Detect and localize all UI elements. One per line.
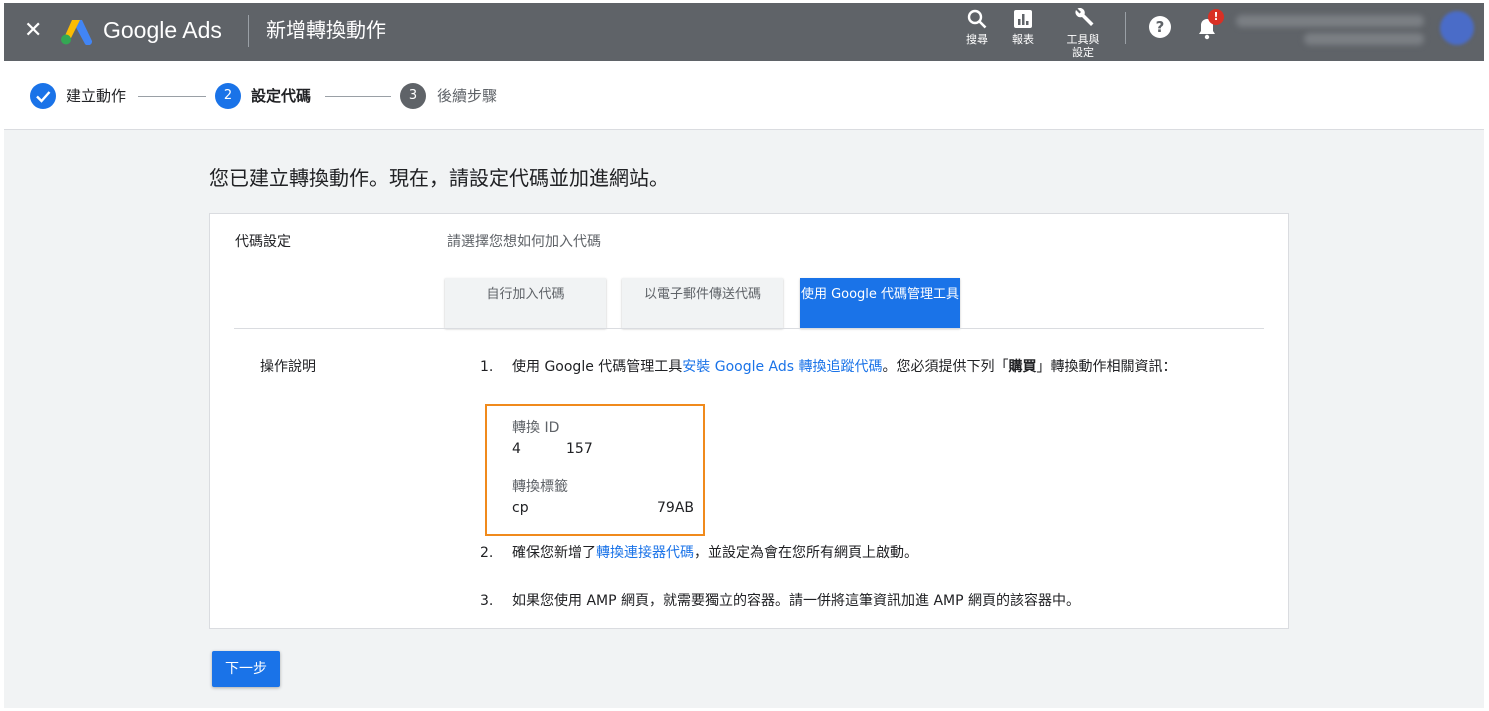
step-1-label: 建立動作 (66, 87, 127, 105)
step-number: 3. (480, 593, 494, 609)
conversion-label-end: 79AB (657, 500, 694, 516)
step-3-indicator: 3 (400, 83, 426, 109)
reports-tool-label: 報表 (1012, 33, 1034, 46)
step-1-mid: 。您必須提供下列「 (882, 359, 1009, 375)
conversion-id-value: 4 157 (512, 439, 593, 459)
step-connector-2 (325, 96, 391, 97)
conversion-label-label: 轉換標籤 (512, 479, 568, 495)
step-1-post: 」轉換動作相關資訊： (1036, 359, 1177, 375)
google-ads-logo (61, 20, 93, 45)
notification-badge: ! (1208, 9, 1224, 25)
conversion-id-label: 轉換 ID (512, 420, 560, 436)
account-id-redacted (1304, 33, 1424, 45)
step-1-pre: 使用 Google 代碼管理工具 (512, 359, 683, 375)
tab-email-tag[interactable]: 以電子郵件傳送代碼 (622, 278, 783, 328)
tools-settings-label: 工具與 設定 (1066, 33, 1100, 59)
search-tool[interactable]: 搜尋 (952, 8, 1002, 46)
tab-google-tag-manager[interactable]: 使用 Google 代碼管理工具 (800, 278, 960, 328)
avatar[interactable] (1440, 11, 1474, 45)
tools-settings-tool[interactable]: 工具與 設定 (1058, 8, 1108, 59)
page-title: 新增轉換動作 (266, 18, 386, 42)
top-bar: ✕ Google Ads 新增轉換動作 搜尋 報表 工具與 設定 ? ! (4, 3, 1484, 61)
step-2-indicator: 2 (215, 83, 241, 109)
step-2-pre: 確保您新增了 (512, 545, 596, 561)
conversion-label-value: cp 79AB (512, 498, 694, 518)
conversion-id-end: 157 (566, 441, 593, 457)
header-divider (248, 15, 249, 47)
reports-icon (1014, 10, 1032, 28)
app-frame: ✕ Google Ads 新增轉換動作 搜尋 報表 工具與 設定 ? ! 建立動… (4, 3, 1484, 708)
conversion-linker-link[interactable]: 轉換連接器代碼 (596, 545, 694, 561)
step-text: 使用 Google 代碼管理工具安裝 Google Ads 轉換追蹤代碼。您必須… (512, 356, 1232, 378)
tag-setup-label: 代碼設定 (235, 234, 291, 250)
conversion-id-start: 4 (512, 441, 521, 457)
tabs-divider (234, 328, 1264, 329)
step-1-indicator (30, 83, 56, 109)
step-2-post: ，並設定為會在您所有網頁上啟動。 (694, 545, 918, 561)
step-text: 確保您新增了轉換連接器代碼，並設定為會在您所有網頁上啟動。 (512, 542, 1232, 564)
close-icon[interactable]: ✕ (24, 17, 42, 45)
progress-stepper: 建立動作 2 設定代碼 3 後續步驟 (4, 61, 1484, 130)
page-headline: 您已建立轉換動作。現在，請設定代碼並加進網站。 (209, 166, 669, 190)
tab-install-yourself[interactable]: 自行加入代碼 (445, 278, 606, 328)
search-icon (967, 9, 987, 29)
check-icon (36, 91, 51, 103)
step-connector-1 (138, 96, 206, 97)
step-number: 1. (480, 359, 494, 375)
reports-tool[interactable]: 報表 (998, 8, 1048, 46)
notifications-button[interactable]: ! (1196, 9, 1224, 41)
search-tool-label: 搜尋 (966, 33, 988, 46)
step-number: 2. (480, 545, 494, 561)
step-3-label: 後續步驟 (437, 87, 498, 105)
conversion-action-name: 購買 (1008, 359, 1037, 375)
brand-name: Google Ads (103, 17, 222, 43)
wrench-icon (1075, 8, 1094, 26)
install-conversion-tracking-link[interactable]: 安裝 Google Ads 轉換追蹤代碼 (682, 359, 882, 375)
header-separator (1125, 12, 1126, 44)
account-name-redacted (1236, 15, 1424, 27)
instructions-label: 操作說明 (260, 359, 316, 375)
next-button[interactable]: 下一步 (212, 651, 280, 687)
step-2-label: 設定代碼 (251, 87, 312, 105)
help-icon[interactable]: ? (1149, 16, 1171, 38)
tag-setup-card: 代碼設定 請選擇您想如何加入代碼 自行加入代碼 以電子郵件傳送代碼 使用 Goo… (209, 213, 1289, 629)
conversion-label-start: cp (512, 500, 529, 516)
tag-setup-hint: 請選擇您想如何加入代碼 (447, 234, 601, 250)
step-text: 如果您使用 AMP 網頁，就需要獨立的容器。請一併將這筆資訊加進 AMP 網頁的… (512, 593, 1080, 609)
